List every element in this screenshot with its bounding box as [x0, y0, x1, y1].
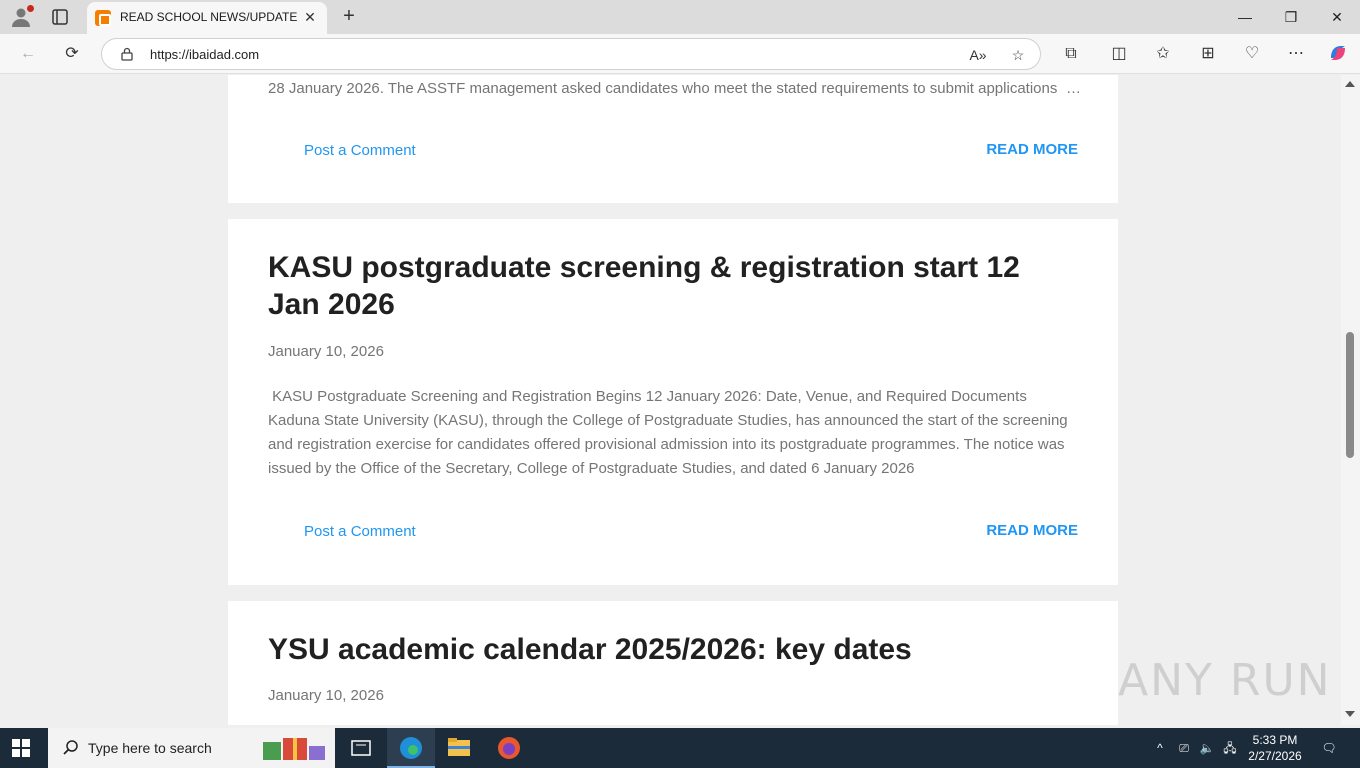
post-snippet: KASU Postgraduate Screening and Registra… [268, 388, 1072, 477]
restore-button[interactable]: ❐ [1268, 0, 1314, 34]
page-viewport: 28 January 2026. The ASSTF management as… [0, 75, 1341, 725]
split-screen-icon[interactable]: ◫ [1107, 42, 1131, 66]
taskbar-search-box[interactable]: Type here to search [48, 728, 335, 768]
clock-time: 5:33 PM [1252, 733, 1298, 747]
windows-start-icon[interactable] [12, 739, 30, 757]
firefox-icon[interactable] [485, 728, 533, 768]
post-date: January 10, 2026 [268, 687, 384, 704]
post-title[interactable]: KASU postgraduate screening & registrati… [268, 249, 1028, 323]
scroll-down-icon[interactable] [1345, 711, 1355, 717]
post-card: 28 January 2026. The ASSTF management as… [228, 75, 1118, 203]
read-aloud-icon[interactable]: A» [968, 45, 988, 65]
read-more-link[interactable]: READ MORE [986, 141, 1078, 158]
windows-taskbar: Type here to search ^ ⎚ 🔈 🖧 5:33 PM 2/27… [0, 728, 1360, 768]
profile-avatar-icon[interactable] [10, 5, 34, 28]
file-explorer-icon[interactable] [435, 728, 483, 768]
browser-essentials-icon[interactable]: ♡ [1240, 42, 1264, 66]
back-button[interactable]: ← [16, 42, 40, 66]
copilot-icon[interactable] [1326, 42, 1350, 66]
post-card: KASU postgraduate screening & registrati… [228, 219, 1118, 585]
post-comment-link[interactable]: Post a Comment [304, 523, 416, 540]
network-devices-icon[interactable]: ⎚ [1174, 728, 1194, 768]
post-snippet: 28 January 2026. The ASSTF management as… [268, 80, 1058, 97]
close-window-button[interactable]: ✕ [1314, 0, 1360, 34]
post-date: January 10, 2026 [268, 343, 384, 360]
favorites-icon[interactable]: ✩ [1151, 42, 1175, 66]
notification-dot-icon [27, 5, 34, 12]
tab-bar: READ SCHOOL NEWS/UPDATE ✕ + — ❐ ✕ [0, 0, 1360, 34]
browser-toolbar: ← ⟳ https://ibaidad.com A» ☆ ⧉ ◫ ✩ ⊞ ♡ ⋯ [0, 34, 1360, 74]
scrollbar-thumb[interactable] [1346, 332, 1354, 458]
new-tab-button[interactable]: + [338, 5, 360, 27]
favorite-star-icon[interactable]: ☆ [1008, 45, 1028, 65]
edge-taskbar-icon[interactable] [387, 728, 435, 768]
extensions-icon[interactable]: ⧉ [1059, 42, 1083, 66]
minimize-button[interactable]: — [1222, 0, 1268, 34]
notification-center-icon[interactable]: 🗨 [1318, 728, 1340, 768]
search-placeholder[interactable]: Type here to search [88, 740, 212, 756]
blogger-favicon-icon [95, 10, 111, 26]
lock-icon[interactable] [120, 47, 134, 61]
search-highlight-gifts-icon[interactable] [261, 734, 329, 762]
active-tab[interactable]: READ SCHOOL NEWS/UPDATE ✕ [87, 2, 327, 34]
volume-icon[interactable]: 🔈 [1197, 728, 1217, 768]
tab-actions-icon[interactable] [50, 7, 70, 27]
snippet-ellipsis: … [1066, 80, 1081, 97]
page-scrollbar[interactable] [1341, 75, 1360, 725]
post-comment-link[interactable]: Post a Comment [304, 142, 416, 159]
scroll-up-icon[interactable] [1345, 81, 1355, 87]
tab-title: READ SCHOOL NEWS/UPDATE [120, 10, 298, 24]
post-title[interactable]: YSU academic calendar 2025/2026: key dat… [268, 631, 1068, 668]
system-clock[interactable]: 5:33 PM 2/27/2026 [1236, 732, 1314, 764]
address-bar[interactable]: https://ibaidad.com A» ☆ [101, 38, 1041, 70]
more-menu-icon[interactable]: ⋯ [1284, 42, 1308, 66]
clock-date: 2/27/2026 [1248, 749, 1302, 763]
post-card: YSU academic calendar 2025/2026: key dat… [228, 601, 1118, 725]
refresh-button[interactable]: ⟳ [60, 42, 84, 66]
task-view-icon[interactable] [337, 728, 385, 768]
collections-icon[interactable]: ⊞ [1196, 42, 1220, 66]
url-text[interactable]: https://ibaidad.com [150, 47, 259, 62]
search-icon [62, 739, 80, 757]
anyrun-watermark: ANY RUN [1118, 655, 1332, 706]
close-tab-icon[interactable]: ✕ [301, 8, 319, 26]
read-more-link[interactable]: READ MORE [986, 522, 1078, 539]
show-hidden-icons[interactable]: ^ [1150, 728, 1170, 768]
